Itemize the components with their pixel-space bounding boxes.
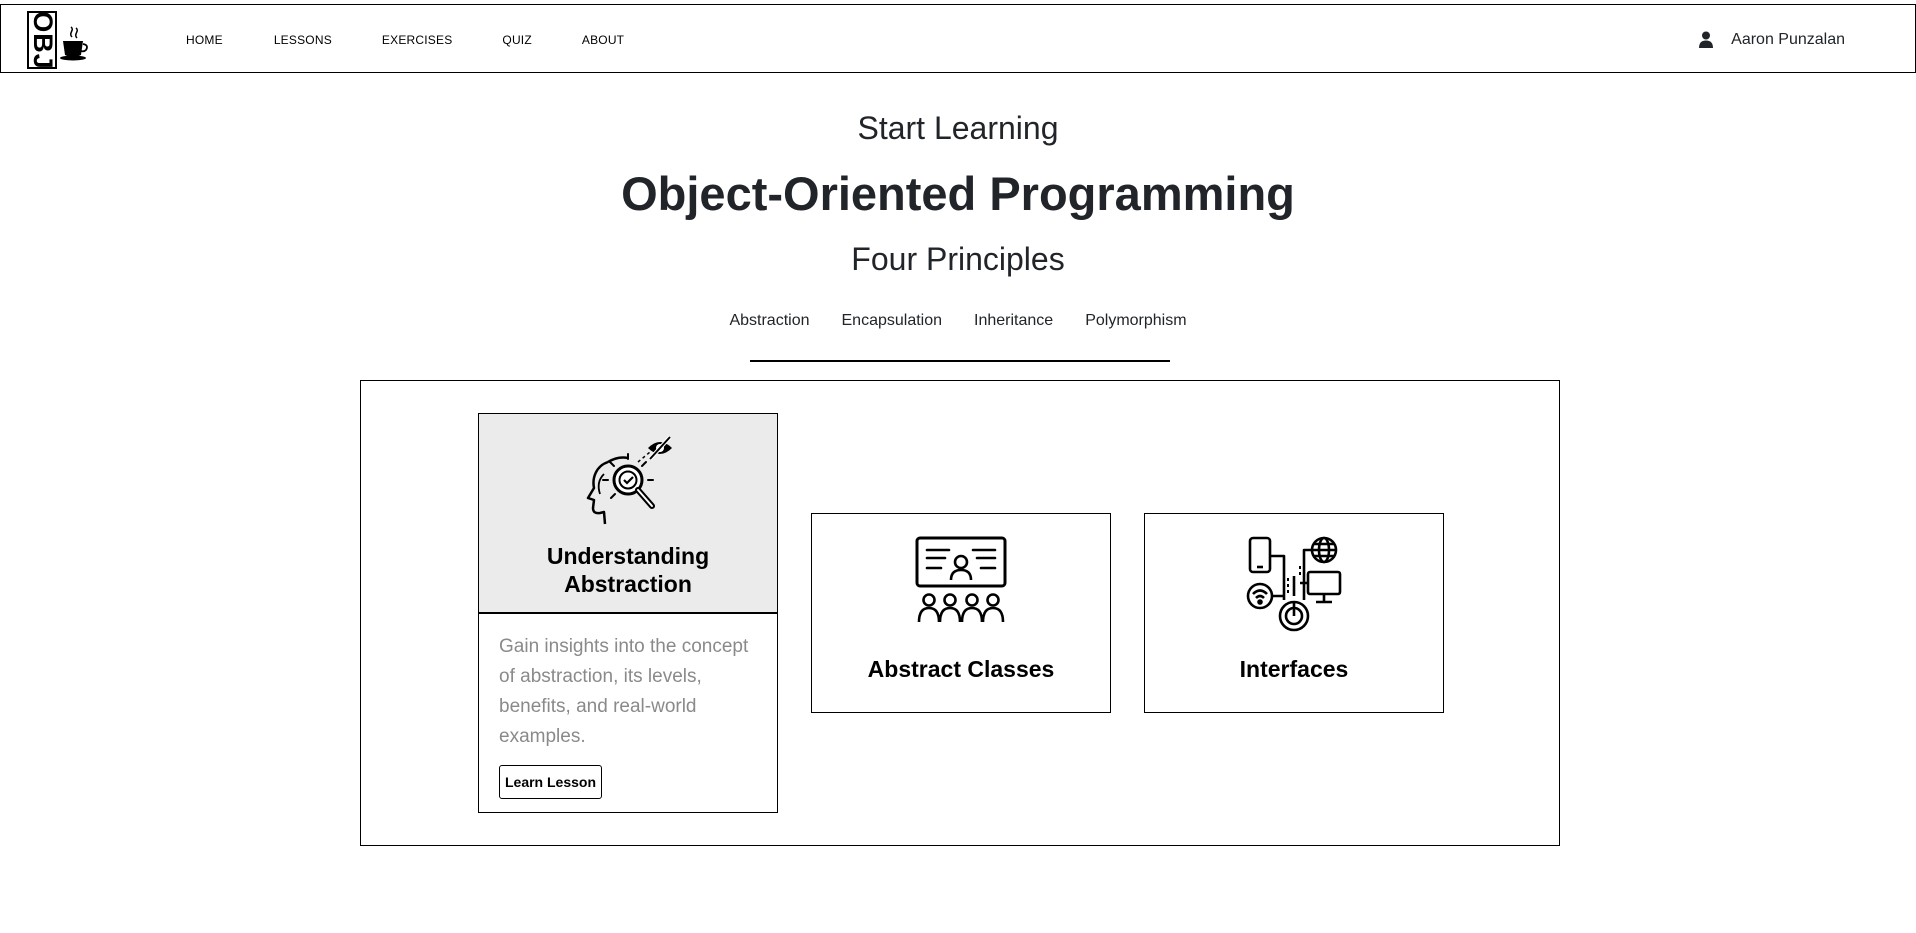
section-kicker: Start Learning — [857, 110, 1059, 146]
card-title-line-2: Abstraction — [564, 571, 692, 597]
card-header: Understanding Abstraction — [479, 414, 777, 614]
card-title: Understanding Abstraction — [479, 542, 777, 598]
card-description: Gain insights into the concept of abstra… — [499, 636, 749, 747]
tabs-underline — [750, 360, 1170, 362]
tab-inheritance[interactable]: Inheritance — [974, 312, 1053, 330]
classroom-presentation-icon — [915, 536, 1007, 623]
connected-devices-icon — [1246, 536, 1342, 632]
nav-lessons[interactable]: LESSONS — [274, 33, 332, 47]
user-name: Aaron Punzalan — [1731, 30, 1845, 48]
tab-encapsulation[interactable]: Encapsulation — [842, 312, 943, 330]
lesson-cards-panel: Understanding Abstraction Gain insights … — [360, 380, 1560, 846]
card-title-line-1: Understanding — [546, 543, 710, 569]
top-navbar: OBJ HOME LESSONS EXERCISES QUIZ ABOUT Aa… — [0, 4, 1916, 73]
page-title: Object-Oriented Programming — [621, 167, 1295, 220]
user-icon — [1699, 31, 1714, 48]
logo-text: OBJ — [27, 10, 58, 70]
user-menu[interactable]: Aaron Punzalan — [1699, 5, 1845, 74]
principle-tabs: Abstraction Encapsulation Inheritance Po… — [0, 312, 1916, 330]
site-logo[interactable]: OBJ — [25, 9, 89, 69]
main-nav: HOME LESSONS EXERCISES QUIZ ABOUT — [186, 5, 624, 74]
nav-quiz[interactable]: QUIZ — [502, 33, 531, 47]
card-title: Abstract Classes — [867, 656, 1055, 682]
nav-home[interactable]: HOME — [186, 33, 223, 47]
lesson-card-understanding-abstraction[interactable]: Understanding Abstraction Gain insights … — [478, 413, 778, 813]
card-title: Interfaces — [1239, 656, 1349, 682]
lesson-card-interfaces[interactable]: Interfaces — [1144, 513, 1444, 713]
tab-polymorphism[interactable]: Polymorphism — [1085, 312, 1186, 330]
section-subtitle: Four Principles — [851, 241, 1065, 277]
lesson-card-abstract-classes[interactable]: Abstract Classes — [811, 513, 1111, 713]
nav-exercises[interactable]: EXERCISES — [382, 33, 453, 47]
tab-abstraction[interactable]: Abstraction — [729, 312, 809, 330]
coffee-cup-icon — [60, 26, 88, 61]
nav-about[interactable]: ABOUT — [582, 33, 624, 47]
head-magnifier-hidden-eye-icon — [586, 435, 672, 525]
learn-lesson-button[interactable]: Learn Lesson — [499, 765, 602, 799]
